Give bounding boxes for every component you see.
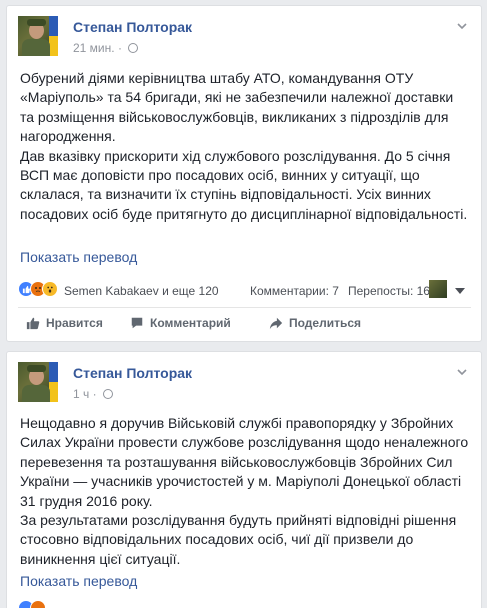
post-paragraph: Дав вказівку прискорити хід службового р… (20, 147, 468, 222)
author-avatar[interactable] (18, 362, 58, 402)
thumbs-up-icon (26, 317, 40, 330)
globe-icon (102, 389, 113, 399)
post-header: Степан Полторак 21 мин. · (18, 16, 471, 60)
share-button-label: Поделиться (289, 316, 362, 330)
like-button-label: Нравится (46, 316, 103, 330)
post-paragraph: За результатами розслідування будуть при… (20, 512, 457, 567)
comment-button[interactable]: Комментарий (130, 316, 231, 330)
share-button[interactable]: Поделиться (269, 316, 361, 330)
post-actions: Нравится Комментарий Поделиться (18, 312, 471, 336)
comment-button-label: Комментарий (150, 316, 231, 330)
shares-count[interactable]: Перепосты: 16 (348, 284, 430, 298)
post-timestamp[interactable]: 1 ч · (73, 387, 113, 401)
post-time[interactable]: 1 ч (73, 387, 89, 401)
share-icon (269, 317, 283, 330)
caret-down-icon[interactable] (455, 288, 465, 294)
author-avatar[interactable] (18, 16, 58, 56)
post-paragraph: Нещодавно я доручив Військовій службі пр… (20, 415, 469, 509)
divider (18, 307, 471, 308)
feed-post: Степан Полторак 1 ч · Нещодавно я доручи… (6, 351, 482, 608)
viewer-avatar[interactable] (429, 280, 447, 298)
post-body: Нещодавно я доручив Військовій службі пр… (20, 414, 469, 569)
like-button[interactable]: Нравится (26, 316, 103, 330)
show-translation-link[interactable]: Показать перевод (20, 249, 137, 265)
reactions-summary[interactable]: Semen Kabakaev и еще 120 (64, 284, 219, 298)
comment-icon (131, 317, 143, 329)
post-time[interactable]: 21 мин. (73, 41, 115, 55)
post-body: Обурений діями керівництва штабу АТО, ко… (20, 69, 469, 224)
post-paragraph: Обурений діями керівництва штабу АТО, ко… (20, 70, 454, 145)
chevron-down-icon[interactable] (456, 20, 468, 32)
feed-post: Степан Полторак 21 мин. · Обурений діями… (6, 5, 482, 342)
angry-icon[interactable] (30, 600, 46, 608)
show-translation-link[interactable]: Показать перевод (20, 573, 137, 589)
author-name[interactable]: Степан Полторак (73, 365, 192, 381)
globe-icon (128, 43, 139, 53)
author-name[interactable]: Степан Полторак (73, 19, 192, 35)
chevron-down-icon[interactable] (456, 366, 468, 378)
wow-icon[interactable] (42, 281, 58, 297)
comments-count[interactable]: Комментарии: 7 (250, 284, 339, 298)
reactions-bar: Semen Kabakaev и еще 120 Комментарии: 7 … (18, 277, 471, 301)
post-header: Степан Полторак 1 ч · (18, 362, 471, 406)
post-timestamp[interactable]: 21 мин. · (73, 41, 139, 55)
